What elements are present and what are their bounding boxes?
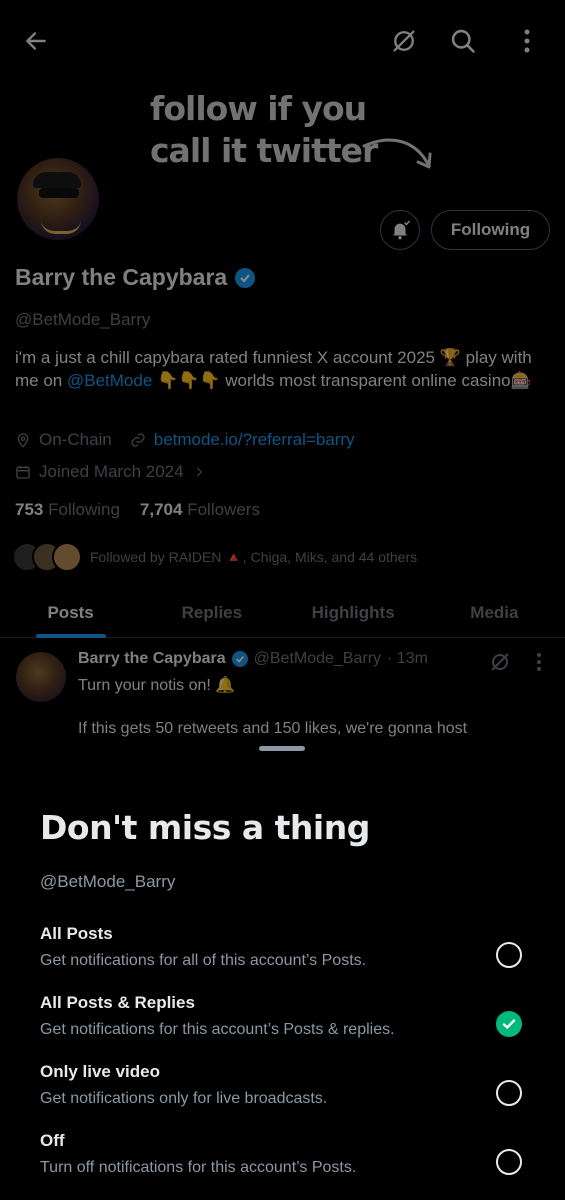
post-header: Barry the Capybara @BetMode_Barry · 13m [78, 650, 428, 668]
notifications-bell-button[interactable] [380, 210, 420, 250]
radio-button[interactable] [496, 942, 522, 968]
post-avatar[interactable] [16, 652, 66, 702]
option-title: Off [40, 1131, 65, 1150]
post-text-line-1: Turn your notis on! 🔔 [78, 677, 236, 694]
verified-badge-icon [235, 267, 256, 288]
followers-count: 7,704 [139, 500, 183, 519]
bio-text-2: 👇👇👇 worlds most transparent online casin… [152, 371, 532, 390]
joined-row[interactable]: Joined March 2024 [15, 462, 206, 482]
notification-settings-sheet: Don't miss a thing @BetMode_Barry All Po… [0, 738, 565, 1200]
sheet-drag-handle[interactable] [259, 746, 305, 751]
profile-avatar[interactable] [14, 155, 102, 243]
option-description: Get notifications for this account’s Pos… [40, 1021, 395, 1038]
top-bar [0, 0, 565, 82]
post-time: · 13m [387, 650, 428, 667]
profile-handle: @BetMode_Barry [15, 310, 151, 329]
joined-text: Joined March 2024 [39, 462, 184, 481]
followed-by-row[interactable]: Followed by RAIDEN 🔺, Chiga, Miks, and 4… [12, 542, 417, 572]
option-description: Get notifications for all of this accoun… [40, 952, 367, 969]
sheet-handle: @BetMode_Barry [40, 872, 176, 891]
option-description: Turn off notifications for this account’… [40, 1159, 357, 1176]
back-arrow-icon[interactable] [19, 24, 53, 58]
post-author-name: Barry the Capybara [78, 650, 226, 667]
location-icon [17, 433, 29, 448]
profile-name: Barry the Capybara [15, 264, 256, 291]
post-author-handle: @BetMode_Barry [253, 650, 382, 667]
following-count: 753 [15, 500, 44, 519]
radio-button[interactable] [496, 1149, 522, 1175]
profile-name-text: Barry the Capybara [15, 264, 228, 290]
option-only-live-video[interactable]: Only live video Get notifications only f… [40, 1062, 530, 1122]
grok-icon[interactable] [387, 24, 421, 58]
option-title: All Posts & Replies [40, 993, 195, 1012]
verified-badge-icon [231, 651, 248, 667]
post-item[interactable]: Barry the Capybara @BetMode_Barry · 13m … [0, 640, 565, 750]
grok-icon[interactable] [488, 650, 512, 674]
bio-mention-link[interactable]: @BetMode [67, 371, 152, 390]
profile-bio: i'm a just a chill capybara rated funnie… [15, 346, 545, 392]
more-options-icon[interactable] [510, 24, 544, 58]
avatar [52, 542, 82, 572]
option-title: All Posts [40, 924, 113, 943]
following-button[interactable]: Following [431, 210, 550, 250]
option-title: Only live video [40, 1062, 160, 1081]
following-label: Following [48, 500, 120, 519]
post-text-line-2: If this gets 50 retweets and 150 likes, … [78, 720, 468, 737]
banner-line-1: follow if you [150, 89, 367, 128]
option-description: Get notifications only for live broadcas… [40, 1090, 328, 1107]
checkmark-icon [502, 1019, 516, 1029]
followed-by-text: Followed by RAIDEN 🔺, Chiga, Miks, and 4… [90, 548, 418, 565]
radio-button[interactable] [496, 1080, 522, 1106]
search-icon[interactable] [446, 24, 480, 58]
sheet-title: Don't miss a thing [40, 808, 370, 847]
website-link[interactable]: betmode.io/?referral=barry [154, 430, 355, 450]
location-text: On-Chain [39, 430, 112, 449]
link-icon [131, 433, 145, 447]
calendar-icon [16, 466, 30, 479]
radio-button-selected[interactable] [496, 1011, 522, 1037]
tab-posts[interactable]: Posts [0, 588, 141, 637]
banner-arrow-icon [362, 138, 432, 169]
tab-media[interactable]: Media [424, 588, 565, 637]
option-all-posts[interactable]: All Posts Get notifications for all of t… [40, 924, 530, 984]
followers-label: Followers [187, 500, 260, 519]
tab-replies[interactable]: Replies [141, 588, 282, 637]
profile-meta-row: On-Chain betmode.io/?referral=barry [15, 430, 355, 450]
profile-tabs: Posts Replies Highlights Media [0, 588, 565, 638]
bell-check-icon [393, 220, 411, 240]
follower-avatars [12, 542, 82, 572]
chevron-right-icon [196, 467, 202, 477]
followers-stat[interactable]: 7,704 Followers [140, 500, 260, 520]
tab-highlights[interactable]: Highlights [283, 588, 424, 637]
follow-stats: 753 Following 7,704 Followers [15, 500, 260, 520]
following-stat[interactable]: 753 Following [15, 500, 120, 520]
option-all-posts-replies[interactable]: All Posts & Replies Get notifications fo… [40, 993, 530, 1053]
option-off[interactable]: Off Turn off notifications for this acco… [40, 1131, 530, 1191]
post-more-icon[interactable] [536, 652, 542, 672]
